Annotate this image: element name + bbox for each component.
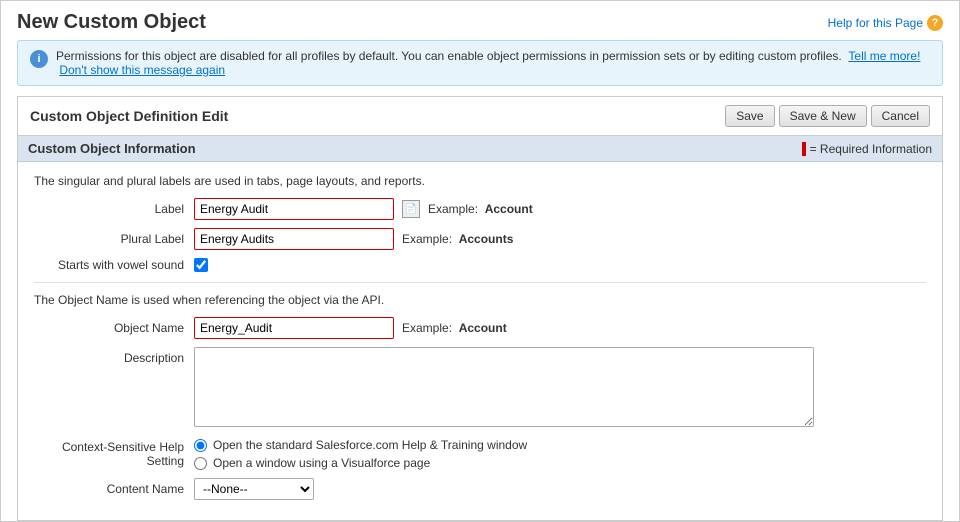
form-hint: The singular and plural labels are used … [34, 174, 926, 188]
tell-me-more-link[interactable]: Tell me more! [848, 49, 920, 63]
label-input[interactable] [194, 198, 394, 220]
toolbar-buttons: Save Save & New Cancel [725, 105, 930, 127]
form-section: Custom Object Definition Edit Save Save … [17, 96, 943, 521]
object-name-example-value: Account [459, 321, 507, 335]
label-control-wrapper: 📄 Example: Account [194, 198, 533, 220]
object-name-example-text: Example: Account [402, 321, 507, 335]
required-text: = Required Information [810, 142, 932, 156]
page-header: New Custom Object Help for this Page ? [1, 1, 959, 40]
co-info-header: Custom Object Information = Required Inf… [18, 136, 942, 162]
help-icon: ? [927, 15, 943, 31]
info-icon: i [30, 50, 48, 68]
save-new-button[interactable]: Save & New [779, 105, 867, 127]
content-name-select[interactable]: --None-- [194, 478, 314, 500]
section-header-bar: Custom Object Definition Edit Save Save … [18, 97, 942, 136]
save-button[interactable]: Save [725, 105, 774, 127]
content-name-row: Content Name --None-- [34, 478, 926, 500]
help-setting-row: Context-Sensitive Help Setting Open the … [34, 438, 926, 470]
label-example-value: Account [485, 202, 533, 216]
radio-option2-label: Open a window using a Visualforce page [213, 456, 430, 470]
description-textarea[interactable] [194, 347, 814, 427]
section-divider [34, 282, 926, 283]
plural-label-field-label: Plural Label [34, 232, 194, 246]
object-name-input[interactable] [194, 317, 394, 339]
vowel-control-wrapper [194, 258, 208, 272]
description-row: Description [34, 347, 926, 430]
object-name-control-wrapper: Example: Account [194, 317, 507, 339]
info-text: Permissions for this object are disabled… [56, 49, 930, 77]
dismiss-link[interactable]: Don't show this message again [59, 63, 225, 77]
label-lookup-icon[interactable]: 📄 [402, 200, 420, 218]
object-name-row: Object Name Example: Account [34, 317, 926, 339]
description-control-wrapper [194, 347, 814, 430]
form-body: The singular and plural labels are used … [18, 162, 942, 520]
label-field-label: Label [34, 202, 194, 216]
required-bar-icon [802, 142, 806, 156]
vowel-row: Starts with vowel sound [34, 258, 926, 272]
content-name-label: Content Name [34, 482, 194, 496]
help-setting-radio-group: Open the standard Salesforce.com Help & … [194, 438, 527, 470]
info-banner: i Permissions for this object are disabl… [17, 40, 943, 86]
cancel-button[interactable]: Cancel [871, 105, 930, 127]
plural-example-value: Accounts [459, 232, 514, 246]
api-hint: The Object Name is used when referencing… [34, 293, 926, 307]
radio-option1-input[interactable] [194, 439, 207, 452]
help-setting-label: Context-Sensitive Help Setting [34, 438, 194, 468]
vowel-field-label: Starts with vowel sound [34, 258, 194, 272]
required-legend: = Required Information [802, 142, 932, 156]
plural-label-input[interactable] [194, 228, 394, 250]
label-row: Label 📄 Example: Account [34, 198, 926, 220]
info-message: Permissions for this object are disabled… [56, 49, 842, 63]
description-label: Description [34, 347, 194, 365]
page-wrapper: New Custom Object Help for this Page ? i… [0, 0, 960, 522]
help-link-text: Help for this Page [828, 16, 923, 30]
content-name-control-wrapper: --None-- [194, 478, 314, 500]
label-example-text: Example: Account [428, 202, 533, 216]
section-header-title: Custom Object Definition Edit [30, 108, 228, 124]
help-setting-option1[interactable]: Open the standard Salesforce.com Help & … [194, 438, 527, 452]
vowel-checkbox[interactable] [194, 258, 208, 272]
help-link[interactable]: Help for this Page ? [828, 15, 943, 31]
radio-option2-input[interactable] [194, 457, 207, 470]
plural-example-text: Example: Accounts [402, 232, 513, 246]
radio-option1-label: Open the standard Salesforce.com Help & … [213, 438, 527, 452]
plural-label-row: Plural Label Example: Accounts [34, 228, 926, 250]
page-title: New Custom Object [17, 11, 206, 34]
help-setting-option2[interactable]: Open a window using a Visualforce page [194, 456, 527, 470]
object-name-label: Object Name [34, 321, 194, 335]
plural-label-control-wrapper: Example: Accounts [194, 228, 513, 250]
co-info-title: Custom Object Information [28, 141, 196, 156]
